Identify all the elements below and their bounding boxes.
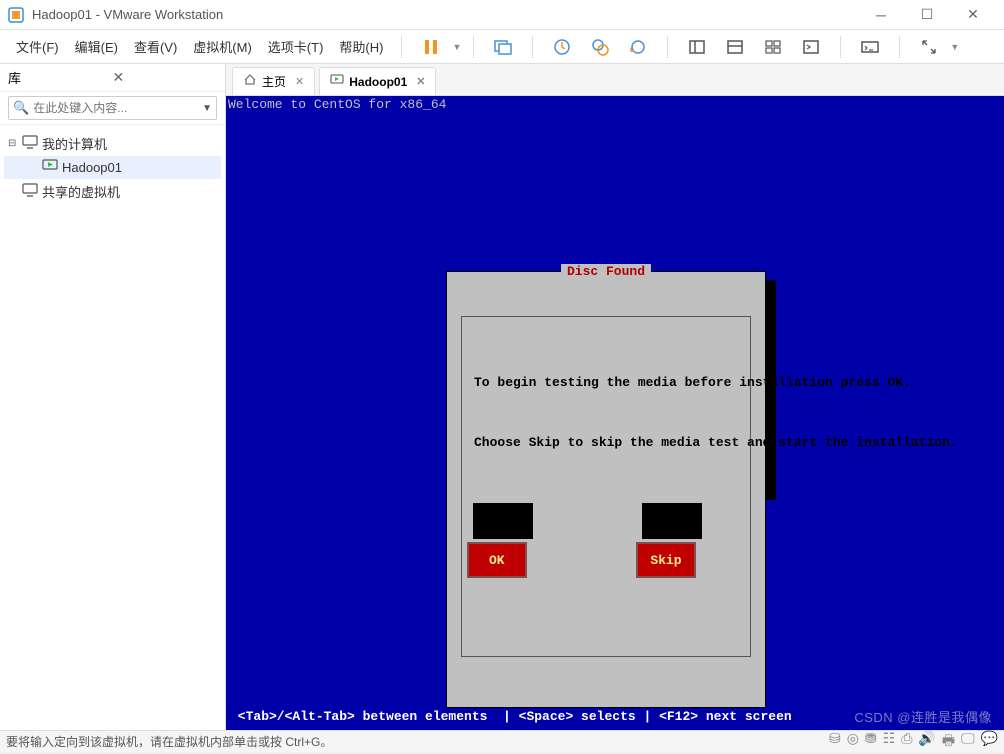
device-net-icon[interactable]: ☷ [883,730,896,754]
ok-button-shadow [473,503,533,539]
dialog-text-1: To begin testing the media before instal… [474,374,738,392]
device-usb-icon[interactable]: ⎙ [901,730,912,754]
menu-view[interactable]: 查看(V) [128,33,183,60]
disc-found-dialog: Disc Found To begin testing the media be… [446,271,766,708]
expand-icon[interactable]: ⊟ [8,138,18,149]
menu-edit[interactable]: 编辑(E) [69,33,124,60]
device-cd-icon[interactable]: ◎ [847,730,859,754]
skip-button-label: Skip [650,553,681,568]
tab-home-close[interactable]: ✕ [295,75,304,88]
skip-button[interactable]: Skip [636,542,696,578]
device-printer-icon[interactable]: 🖶 [942,730,955,754]
device-message-icon[interactable]: 💬 [981,730,998,754]
tab-vm-label: Hadoop01 [349,75,407,89]
separator [840,36,841,58]
window-controls: ─ ☐ ✕ [858,0,996,30]
home-icon [243,73,257,90]
separator [667,36,668,58]
tree-my-computer[interactable]: ⊟ 我的计算机 [4,131,221,156]
device-display-icon[interactable]: 🖵 [961,730,975,754]
revert-snapshot-button[interactable] [621,32,655,62]
library-search[interactable]: 🔍 ▼ [8,96,217,120]
dialog-buttons: OK Skip [474,497,738,608]
vm-tabs-row: 主页 ✕ Hadoop01 ✕ [226,64,1004,96]
tree-my-computer-label: 我的计算机 [42,134,107,153]
menu-tabs[interactable]: 选项卡(T) [262,33,330,60]
separator [532,36,533,58]
pause-button[interactable] [414,32,448,62]
skip-button-shadow [642,503,702,539]
search-input[interactable] [33,101,202,115]
titlebar: Hadoop01 - VMware Workstation ─ ☐ ✕ [0,0,1004,30]
shared-icon [22,183,38,200]
close-button[interactable]: ✕ [950,0,996,30]
view-single-button[interactable] [680,32,714,62]
fullscreen-button[interactable] [794,32,828,62]
menubar: 文件(F) 编辑(E) 查看(V) 虚拟机(M) 选项卡(T) 帮助(H) ▼ … [0,30,1004,64]
window-title: Hadoop01 - VMware Workstation [32,7,858,22]
tab-vm[interactable]: Hadoop01 ✕ [319,67,436,95]
status-device-icons: ⛁ ◎ ⛃ ☷ ⎙ 🔊 🖶 🖵 💬 [829,730,998,754]
library-tree: ⊟ 我的计算机 Hadoop01 共享的虚拟机 [0,125,225,210]
console-welcome-text: Welcome to CentOS for x86_64 [226,96,448,113]
device-hdd-icon[interactable]: ⛁ [829,730,841,754]
tree-vm-hadoop01[interactable]: Hadoop01 [4,156,221,179]
menu-help[interactable]: 帮助(H) [333,33,389,60]
computer-icon [22,135,38,152]
vm-tab-icon [330,73,344,90]
library-title: 库 [8,68,113,87]
vm-console[interactable]: Welcome to CentOS for x86_64 Disc Found … [226,96,1004,730]
menu-file[interactable]: 文件(F) [10,33,65,60]
menu-vm[interactable]: 虚拟机(M) [187,33,258,60]
status-text: 要将输入定向到该虚拟机，请在虚拟机内部单击或按 Ctrl+G。 [6,733,829,750]
view-console-button[interactable] [718,32,752,62]
library-pane: 库 ✕ 🔍 ▼ ⊟ 我的计算机 Hadoop01 共享的虚拟机 [0,64,226,730]
separator [473,36,474,58]
tab-home[interactable]: 主页 ✕ [232,67,315,95]
search-icon: 🔍 [13,100,29,116]
library-search-row: 🔍 ▼ [0,92,225,125]
watermark: CSDN @连胜是我偶像 [854,707,992,726]
ok-button-label: OK [489,553,505,568]
snapshot-button[interactable] [545,32,579,62]
close-library-button[interactable]: ✕ [113,69,218,86]
separator [899,36,900,58]
tree-vm-label: Hadoop01 [62,160,122,175]
snapshot-manager-button[interactable] [583,32,617,62]
tree-shared-label: 共享的虚拟机 [42,182,120,201]
device-hdd2-icon[interactable]: ⛃ [865,730,877,754]
vm-running-icon [42,159,58,176]
device-sound-icon[interactable]: 🔊 [918,730,935,754]
vm-area: 主页 ✕ Hadoop01 ✕ Welcome to CentOS for x8… [226,64,1004,730]
unity-button[interactable] [853,32,887,62]
dialog-text-2: Choose Skip to skip the media test and s… [474,434,738,452]
send-ctrl-alt-del-button[interactable] [486,32,520,62]
ok-button[interactable]: OK [467,542,527,578]
stretch-button[interactable] [912,32,946,62]
dialog-title: Disc Found [561,264,651,279]
tree-shared-vms[interactable]: 共享的虚拟机 [4,179,221,204]
pause-dropdown[interactable]: ▼ [452,42,461,52]
search-dropdown-icon[interactable]: ▼ [202,103,212,114]
app-icon [8,7,24,23]
library-header: 库 ✕ [0,64,225,92]
content-row: 库 ✕ 🔍 ▼ ⊟ 我的计算机 Hadoop01 共享的虚拟机 [0,64,1004,730]
tab-home-label: 主页 [262,73,286,90]
stretch-dropdown[interactable]: ▼ [950,42,959,52]
separator [401,36,402,58]
view-thumbnail-button[interactable] [756,32,790,62]
tab-vm-close[interactable]: ✕ [416,75,425,88]
maximize-button[interactable]: ☐ [904,0,950,30]
statusbar: 要将输入定向到该虚拟机，请在虚拟机内部单击或按 Ctrl+G。 ⛁ ◎ ⛃ ☷ … [0,730,1004,752]
minimize-button[interactable]: ─ [858,0,904,30]
